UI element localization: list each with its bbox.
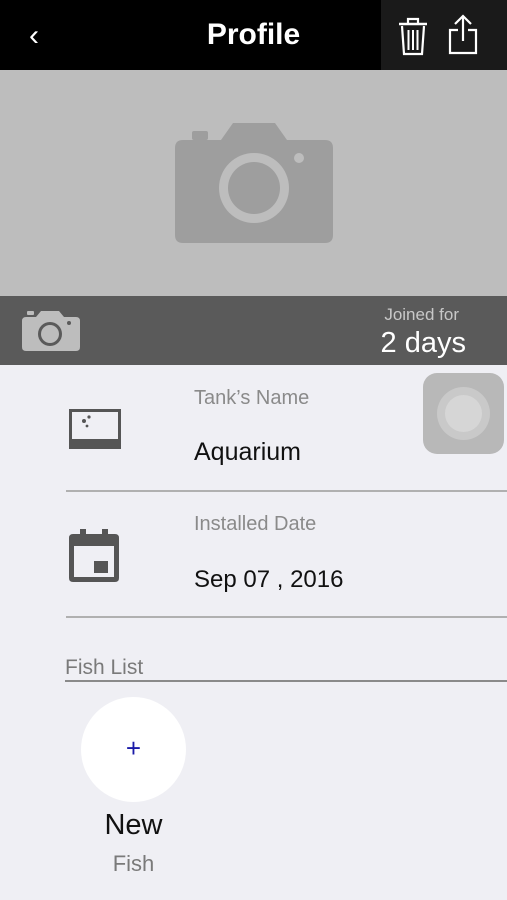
delete-button[interactable] xyxy=(395,15,431,57)
trash-icon xyxy=(399,17,427,56)
tank-name-field[interactable]: Aquarium xyxy=(194,437,301,467)
divider xyxy=(66,616,507,618)
profile-info-bar: Joined for 2 days xyxy=(0,296,507,365)
camera-icon xyxy=(175,123,333,243)
share-button[interactable] xyxy=(445,13,481,57)
joined-label: Joined for xyxy=(384,305,459,324)
add-fish-button[interactable]: + xyxy=(81,697,186,802)
installed-date-label: Installed Date xyxy=(194,513,317,535)
share-icon xyxy=(448,14,478,55)
calendar-icon xyxy=(69,529,119,582)
camera-icon[interactable] xyxy=(22,309,80,351)
installed-date-field[interactable]: Sep 07 , 2016 xyxy=(194,565,343,595)
assistive-touch-button[interactable] xyxy=(423,373,504,454)
joined-duration: 2 days xyxy=(380,327,466,359)
tank-name-label: Tank’s Name xyxy=(194,387,310,409)
new-fish-label: New xyxy=(104,809,163,841)
nav-actions xyxy=(381,0,507,70)
back-button[interactable]: ‹ xyxy=(16,16,52,56)
navigation-bar: ‹ Profile xyxy=(0,0,507,70)
page-title: Profile xyxy=(206,18,301,51)
plus-icon: + xyxy=(125,733,142,763)
divider xyxy=(66,490,507,492)
chevron-left-icon: ‹ xyxy=(29,19,39,52)
fish-sub-label: Fish xyxy=(112,851,155,876)
fish-list-header: Fish List xyxy=(65,656,144,679)
aquarium-icon xyxy=(69,409,121,449)
cover-photo[interactable] xyxy=(0,70,507,296)
fish-list-underline xyxy=(65,680,507,682)
assistive-touch-core xyxy=(445,395,482,432)
